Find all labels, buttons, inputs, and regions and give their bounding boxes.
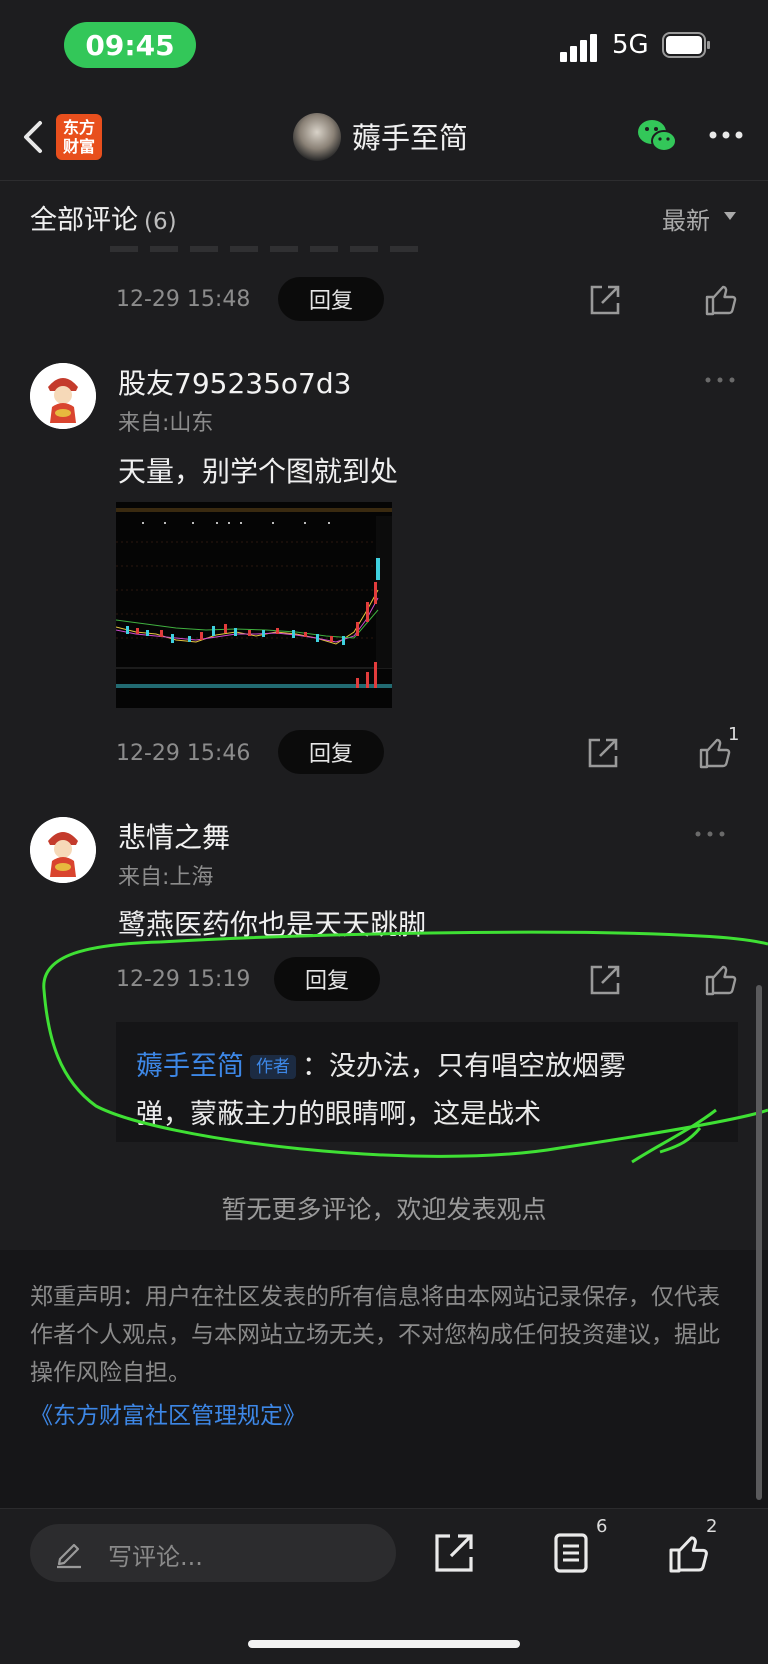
comments-title-text: 全部评论 (30, 205, 138, 236)
comment-list-icon[interactable] (550, 1532, 592, 1574)
community-rules-link[interactable]: 《东方财富社区管理规定》 (30, 1396, 306, 1430)
like-icon[interactable] (698, 736, 732, 770)
like-count: 1 (728, 724, 740, 745)
comment-username[interactable]: 悲情之舞 (118, 816, 230, 856)
author-avatar[interactable] (293, 113, 341, 161)
battery-icon (662, 32, 710, 58)
status-time: 09:45 (64, 22, 196, 68)
disclaimer-text: 郑重声明：用户在社区发表的所有信息将由本网站记录保存，仅代表作者个人观点，与本网… (30, 1284, 720, 1386)
home-indicator[interactable] (248, 1640, 520, 1648)
comments-count: (6) (144, 209, 177, 235)
signal-icon (560, 34, 597, 62)
like-icon[interactable] (668, 1532, 710, 1574)
green-annotation-scribble (42, 930, 768, 1164)
reply-button[interactable]: 回复 (278, 277, 384, 321)
sort-dropdown[interactable]: 最新 (662, 201, 710, 236)
pencil-icon (57, 1543, 81, 1569)
like-icon[interactable] (704, 283, 738, 317)
back-arrow-icon[interactable] (14, 115, 54, 159)
comment-timestamp: 12-29 15:48 (116, 287, 251, 312)
logo-text: 东方 财富 (62, 118, 95, 156)
comment-username[interactable]: 股友795235o7d3 (118, 362, 351, 402)
nav-header: 东方 财富 薅手至简 (0, 95, 768, 181)
no-more-comments: 暂无更多评论，欢迎发表观点 (221, 1195, 547, 1224)
more-icon[interactable] (708, 125, 744, 145)
eastmoney-logo[interactable]: 东方 财富 (56, 114, 102, 160)
share-icon[interactable] (433, 1532, 475, 1574)
avatar[interactable] (30, 363, 96, 429)
more-dots-icon[interactable] (694, 830, 726, 838)
wechat-icon[interactable] (636, 115, 678, 157)
share-icon[interactable] (586, 736, 620, 770)
truncated-text (110, 246, 430, 252)
more-dots-icon[interactable] (704, 376, 736, 384)
like-count-badge: 2 (706, 1516, 718, 1537)
caret-down-icon[interactable] (724, 212, 736, 220)
comment-count-badge: 6 (596, 1516, 608, 1537)
comment-input[interactable] (30, 1524, 396, 1582)
reply-button[interactable]: 回复 (278, 730, 384, 774)
disclaimer-section: 郑重声明：用户在社区发表的所有信息将由本网站记录保存，仅代表作者个人观点，与本网… (0, 1250, 768, 1508)
comment-text: 天量，别学个图就到处 (118, 455, 399, 488)
share-icon[interactable] (588, 283, 622, 317)
comment-location: 来自:山东 (118, 411, 214, 436)
comment-location: 来自:上海 (118, 865, 214, 890)
network-type: 5G (612, 30, 649, 60)
scrollbar[interactable] (756, 985, 762, 1500)
avatar[interactable] (30, 817, 96, 883)
comments-title: 全部评论 (6) (30, 198, 177, 237)
page-title[interactable]: 薅手至简 (352, 115, 468, 157)
caishen-avatar-icon (30, 817, 96, 883)
stock-chart-image[interactable] (116, 502, 392, 708)
comment-timestamp: 12-29 15:46 (116, 741, 251, 766)
comment-input-placeholder[interactable]: 写评论... (108, 1537, 203, 1572)
caishen-avatar-icon (30, 363, 96, 429)
